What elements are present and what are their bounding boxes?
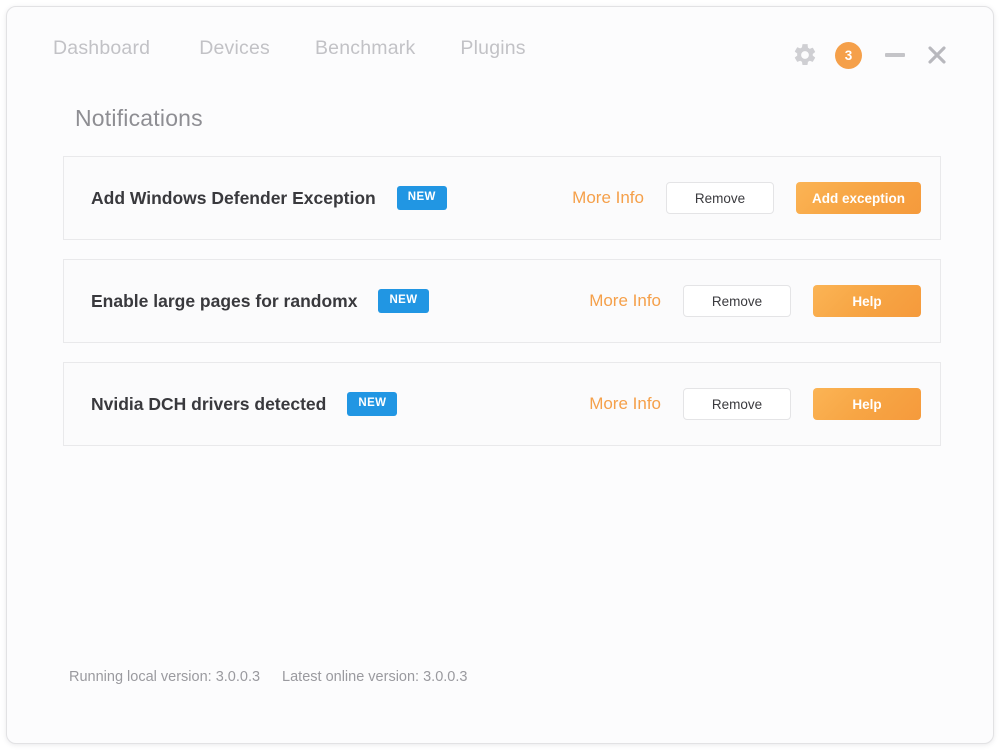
remove-button[interactable]: Remove bbox=[665, 182, 774, 214]
notification-title: Nvidia DCH drivers detected bbox=[91, 393, 327, 414]
new-badge[interactable]: NEW bbox=[378, 289, 429, 313]
nav-plugins[interactable]: Plugins bbox=[460, 37, 525, 60]
notification-row: Nvidia DCH drivers detected NEW More Inf… bbox=[63, 362, 941, 446]
more-info-link[interactable]: More Info bbox=[589, 291, 661, 311]
nav-dashboard[interactable]: Dashboard bbox=[53, 37, 150, 60]
local-version-label: Running local version: 3.0.0.3 bbox=[69, 669, 261, 685]
new-badge[interactable]: NEW bbox=[347, 392, 398, 416]
more-info-link[interactable]: More Info bbox=[572, 188, 644, 208]
notification-title: Enable large pages for randomx bbox=[91, 290, 358, 311]
nav-benchmark[interactable]: Benchmark bbox=[315, 37, 415, 60]
main-navigation: Dashboard Devices Benchmark Plugins bbox=[53, 37, 526, 60]
more-info-link[interactable]: More Info bbox=[589, 394, 661, 414]
notification-row-left: Nvidia DCH drivers detected NEW bbox=[64, 392, 398, 416]
notification-row: Add Windows Defender Exception NEW More … bbox=[63, 156, 941, 240]
minimize-icon[interactable] bbox=[884, 44, 906, 66]
remove-button[interactable]: Remove bbox=[683, 285, 791, 317]
add-exception-button[interactable]: Add exception bbox=[795, 182, 921, 214]
window-controls: 3 bbox=[792, 39, 949, 71]
minimize-dash bbox=[885, 53, 905, 57]
notification-count-badge[interactable]: 3 bbox=[835, 41, 862, 69]
notification-row-actions: More Info Remove Add exception bbox=[572, 182, 921, 214]
page-title: Notifications bbox=[75, 105, 203, 131]
new-badge[interactable]: NEW bbox=[396, 186, 447, 210]
application-window: Dashboard Devices Benchmark Plugins 3 No… bbox=[6, 6, 994, 744]
title-bar: Dashboard Devices Benchmark Plugins 3 bbox=[7, 7, 993, 91]
notification-row-actions: More Info Remove Help bbox=[589, 388, 921, 420]
notification-row: Enable large pages for randomx NEW More … bbox=[63, 259, 941, 343]
gear-icon[interactable] bbox=[792, 42, 818, 68]
notification-row-left: Enable large pages for randomx NEW bbox=[64, 289, 429, 313]
close-icon[interactable] bbox=[925, 43, 949, 67]
remove-button[interactable]: Remove bbox=[683, 388, 791, 420]
notification-count-label: 3 bbox=[844, 47, 853, 63]
nav-devices[interactable]: Devices bbox=[199, 37, 270, 60]
notification-row-actions: More Info Remove Help bbox=[589, 285, 921, 317]
notification-title: Add Windows Defender Exception bbox=[91, 187, 376, 208]
help-button[interactable]: Help bbox=[813, 388, 921, 420]
notification-row-left: Add Windows Defender Exception NEW bbox=[64, 186, 447, 210]
notification-list: Add Windows Defender Exception NEW More … bbox=[63, 156, 941, 465]
online-version-label: Latest online version: 3.0.0.3 bbox=[282, 669, 468, 685]
version-footer: Running local version: 3.0.0.3 Latest on… bbox=[69, 669, 467, 685]
help-button[interactable]: Help bbox=[813, 285, 921, 317]
